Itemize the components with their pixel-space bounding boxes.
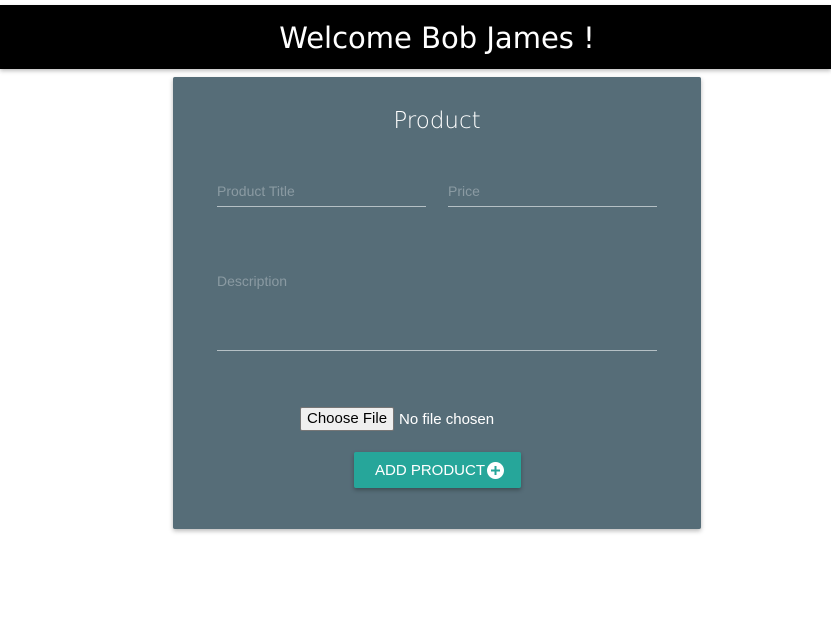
add-product-label: ADD PRODUCT [374, 461, 485, 479]
product-form-card: Product Choose File No file chosen ADD P… [173, 77, 701, 529]
form-title: Product [393, 108, 481, 134]
top-bar: Welcome Bob James ! [0, 5, 831, 69]
description-field-container [217, 269, 657, 351]
product-title-field-container [217, 173, 426, 207]
add-product-button[interactable]: ADD PRODUCT [354, 452, 521, 488]
file-status-text: No file chosen [399, 410, 495, 428]
file-upload-row: Choose File No file chosen [300, 407, 494, 431]
add-circle-icon [487, 461, 504, 479]
price-input[interactable] [448, 173, 657, 207]
welcome-title: Welcome Bob James ! [279, 21, 595, 55]
choose-file-button[interactable]: Choose File [300, 407, 395, 431]
product-title-input[interactable] [217, 173, 426, 207]
description-input[interactable] [217, 269, 657, 351]
price-field-container [448, 173, 657, 207]
